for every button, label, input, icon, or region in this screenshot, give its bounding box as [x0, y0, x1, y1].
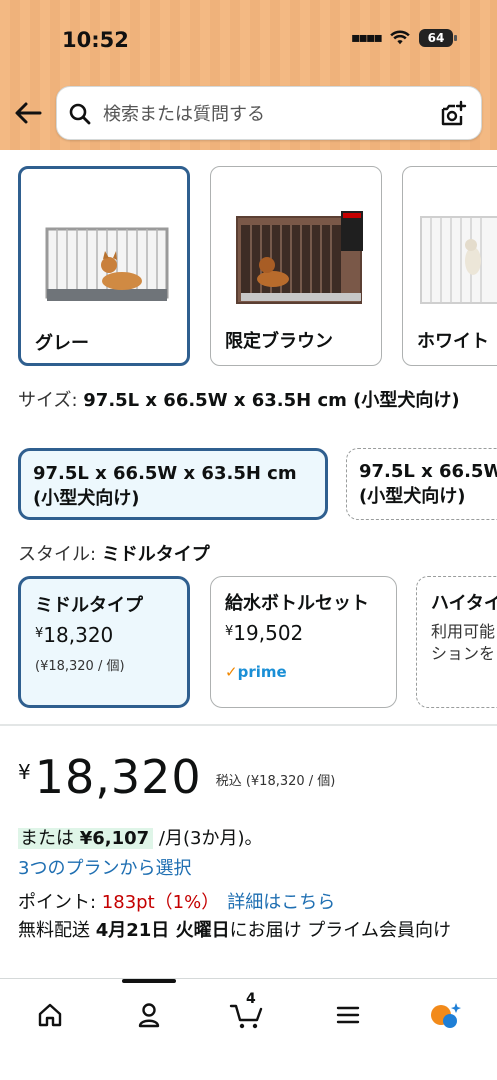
price-amount: 19,502 — [233, 621, 304, 645]
nav-menu[interactable] — [328, 995, 368, 1035]
points-details-link[interactable]: 詳細はこちら — [227, 892, 335, 913]
size-option-note: (小型犬向け) — [33, 488, 140, 509]
style-option-name: ミドルタイプ — [35, 595, 143, 616]
main-price: ¥ 18,320 税込 (¥18,320 / 個) — [18, 748, 335, 806]
style-option-name: 給水ボトルセット — [225, 593, 369, 614]
size-options: 97.5L x 66.5W x 63.5H cm (小型犬向け) 97.5L x… — [18, 446, 497, 522]
color-option-label: グレー — [35, 333, 89, 354]
installment-suffix: /月(3か月)。 — [153, 828, 263, 849]
signal-icon: ▪▪▪▪ — [351, 30, 383, 46]
color-options: グレー 限定ブラウン ホワイト — [18, 164, 497, 368]
color-option-label: ホワイト — [417, 331, 489, 352]
style-option-availability: ションを — [431, 644, 496, 663]
product-image — [420, 216, 497, 304]
product-image — [236, 211, 363, 304]
camera-search-icon[interactable] — [439, 100, 467, 128]
nav-rufus[interactable] — [425, 995, 465, 1035]
style-option-middle[interactable]: ミドルタイプ ¥18,320 (¥18,320 / 個) — [18, 576, 190, 708]
tax-note: 税込 (¥18,320 / 個) — [215, 774, 336, 789]
status-time: 10:52 — [62, 28, 129, 52]
installment-highlight: または ¥6,107 — [18, 828, 154, 849]
style-option-price: ¥19,502 — [225, 621, 382, 645]
color-option-brown[interactable]: 限定ブラウン — [210, 166, 382, 366]
size-option-dimensions: 97.5L x 66.5W — [359, 461, 497, 482]
style-options: ミドルタイプ ¥18,320 (¥18,320 / 個) 給水ボトルセット ¥1… — [18, 574, 497, 710]
points-info: ポイント: 183pt（1%） 詳細はこちら — [18, 888, 335, 914]
style-option-price: ¥18,320 — [35, 623, 173, 647]
rufus-assistant-icon — [431, 1003, 461, 1028]
points-label: ポイント: — [18, 892, 102, 913]
search-bar[interactable] — [56, 86, 482, 140]
installment-prefix: または — [20, 828, 80, 849]
style-option-unit-price: (¥18,320 / 個) — [35, 659, 125, 674]
price-amount: 18,320 — [34, 750, 202, 804]
size-selection-line: サイズ: 97.5L x 66.5W x 63.5H cm (小型犬向け) — [18, 388, 488, 414]
delivery-prefix: 無料配送 — [18, 920, 96, 941]
style-option-availability: 利用可能 — [431, 622, 496, 641]
prime-badge: ✓prime — [225, 663, 287, 681]
status-icons: ▪▪▪▪ 64 — [351, 29, 457, 47]
currency-symbol: ¥ — [18, 760, 31, 784]
home-icon — [38, 1003, 62, 1027]
header: 10:52 ▪▪▪▪ 64 — [0, 0, 497, 150]
battery-level: 64 — [427, 31, 445, 45]
style-label: スタイル: — [18, 544, 97, 565]
size-option-note: (小型犬向け) — [359, 486, 466, 507]
cart-count: 4 — [246, 991, 256, 1007]
delivery-suffix: にお届け プライム会員向け — [229, 920, 451, 941]
style-option-high[interactable]: ハイタイ 利用可能 ションを — [416, 576, 497, 708]
nav-home[interactable] — [30, 995, 70, 1035]
user-icon — [138, 1003, 160, 1028]
battery-icon: 64 — [419, 29, 457, 47]
size-option-dimensions: 97.5L x 66.5W x 63.5H cm — [33, 463, 297, 484]
search-input[interactable] — [103, 99, 433, 129]
style-selection-line: スタイル: ミドルタイプ — [18, 540, 210, 566]
search-icon — [69, 103, 91, 125]
menu-icon — [336, 1006, 360, 1024]
section-divider — [0, 724, 497, 726]
nav-cart[interactable]: 4 — [227, 991, 267, 1035]
points-value: 183pt（1%） — [101, 892, 220, 913]
back-arrow-icon[interactable] — [12, 98, 44, 128]
installment-amount: ¥6,107 — [79, 828, 150, 849]
wifi-icon — [390, 30, 410, 45]
size-label: サイズ: — [18, 390, 78, 411]
active-tab-indicator — [122, 979, 176, 983]
price-amount: 18,320 — [43, 623, 114, 647]
delivery-date: 4月21日 火曜日 — [95, 920, 230, 941]
size-option-other[interactable]: 97.5L x 66.5W (小型犬向け) — [346, 448, 497, 520]
color-option-white[interactable]: ホワイト — [402, 166, 497, 366]
nav-account[interactable] — [129, 995, 169, 1035]
delivery-info: 無料配送 4月21日 火曜日にお届け プライム会員向け — [18, 918, 488, 944]
bottom-nav: 4 — [0, 978, 497, 1080]
prime-text: prime — [237, 663, 287, 681]
style-option-bottle-set[interactable]: 給水ボトルセット ¥19,502 ✓prime — [210, 576, 397, 708]
style-option-name: ハイタイ — [431, 593, 497, 614]
style-value: ミドルタイプ — [101, 544, 210, 565]
installment-info: または ¥6,107 /月(3か月)。 — [18, 824, 263, 850]
product-image — [45, 227, 169, 301]
color-option-gray[interactable]: グレー — [18, 166, 190, 366]
size-option-selected[interactable]: 97.5L x 66.5W x 63.5H cm (小型犬向け) — [18, 448, 328, 520]
installment-plans-link[interactable]: 3つのプランから選択 — [18, 854, 191, 880]
size-value: 97.5L x 66.5W x 63.5H cm (小型犬向け) — [83, 390, 460, 411]
color-option-label: 限定ブラウン — [225, 331, 333, 352]
